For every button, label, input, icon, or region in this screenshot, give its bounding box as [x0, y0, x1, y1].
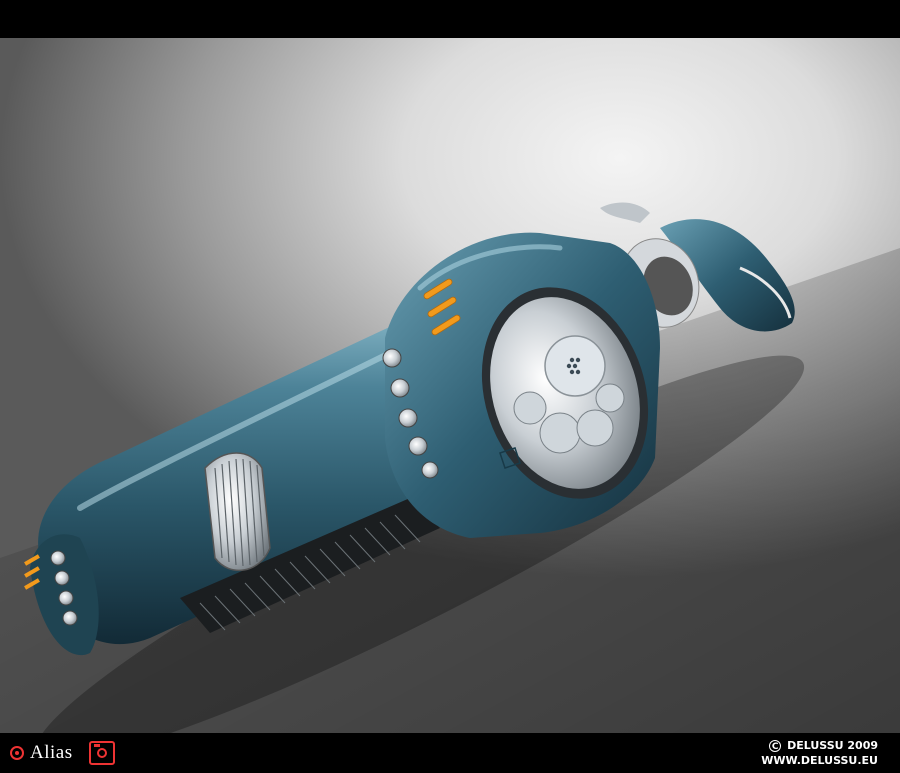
copyright-icon: C [769, 740, 782, 752]
copyright-credits: C DELUSSU 2009 WWW.DELUSSU.EU [761, 738, 878, 768]
alias-wordmark: Alias [30, 742, 73, 763]
top-letterbox-bar [0, 0, 900, 38]
concept-vehicle-render [0, 38, 900, 733]
camera-icon [88, 741, 115, 765]
bottom-letterbox-bar: Alias C DELUSSU 2009 WWW.DELUSSU.EU [0, 733, 900, 773]
website-text: WWW.DELUSSU.EU [761, 754, 878, 767]
chrome-radiator-grille [204, 452, 271, 572]
copyright-line: C DELUSSU 2009 [761, 738, 878, 753]
rear-engine-pod [382, 232, 660, 539]
alias-logo-icon [10, 746, 24, 760]
software-logo: Alias [10, 741, 115, 765]
rear-fin [600, 202, 650, 223]
vehicle-illustration [0, 202, 900, 733]
